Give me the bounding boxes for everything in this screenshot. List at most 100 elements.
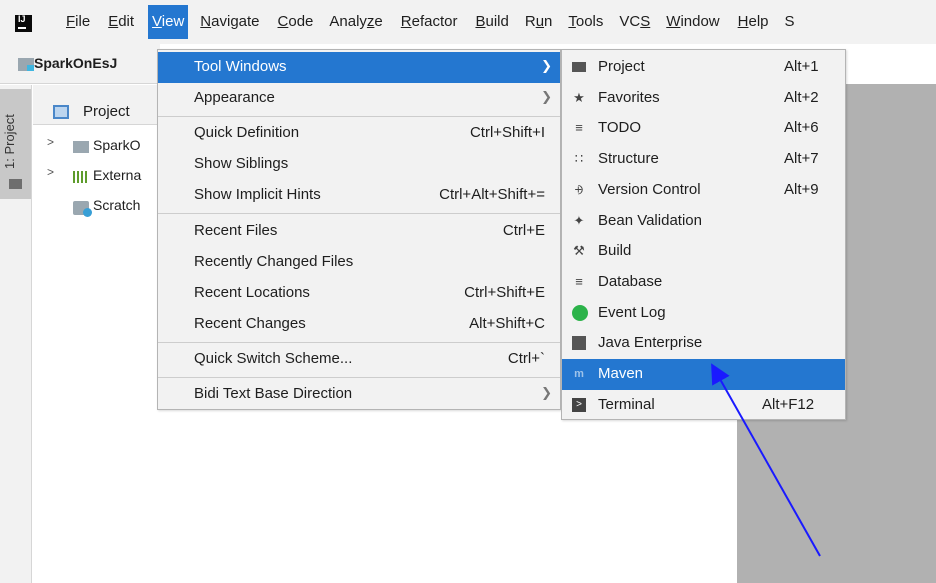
menu-item-recent-changes[interactable]: Recent Changes Alt+Shift+C (158, 309, 560, 340)
menubar-item-11[interactable]: Window (662, 5, 723, 39)
tool-window-item-build[interactable]: Build (562, 236, 845, 267)
tree-row-external-libraries[interactable]: > Externa (33, 163, 163, 189)
tool-window-item-database[interactable]: Database (562, 267, 845, 298)
intellij-logo-icon (15, 14, 32, 32)
menubar-item-mnemonic: B (475, 13, 486, 30)
menubar-item-mnemonic: S (640, 13, 651, 30)
menubar-item-13[interactable]: S (781, 5, 799, 39)
menubar-item-text: ools (575, 13, 604, 30)
tool-window-item-event-log[interactable]: Event Log (562, 298, 845, 329)
menu-item-label: Quick Switch Scheme... (194, 350, 353, 367)
menu-item-label: Tool Windows (194, 58, 287, 75)
menubar-item-10[interactable]: VCS (615, 5, 654, 39)
menubar-item-mnemonic: C (277, 13, 289, 30)
menu-item-label: Recent Locations (194, 284, 310, 301)
menubar-item-text: VC (619, 13, 641, 30)
structure-icon (572, 152, 586, 166)
main-menubar: FileEditViewNavigateCodeAnalyzeRefactorB… (0, 0, 936, 44)
star-icon (572, 91, 586, 105)
menubar-item-8[interactable]: Run (521, 5, 557, 39)
menu-item-label: Show Implicit Hints (194, 186, 321, 203)
menu-item-shortcut: Ctrl+Alt+Shift+= (439, 186, 545, 203)
tool-window-item-maven[interactable]: Maven (562, 359, 845, 390)
menubar-item-mnemonic: u (535, 13, 545, 30)
menubar-item-6[interactable]: Refactor (397, 5, 462, 39)
tool-window-item-version-control[interactable]: Version Control Alt+9 (562, 175, 845, 206)
tool-window-item-project[interactable]: Project Alt+1 (562, 52, 845, 83)
menubar-item-2[interactable]: View (148, 5, 189, 39)
menu-item-appearance[interactable]: Appearance ❯ (158, 83, 560, 114)
tree-row-label: Externa (93, 167, 142, 183)
tool-window-item-structure[interactable]: Structure Alt+7 (562, 144, 845, 175)
menubar-item-5[interactable]: Analyze (325, 5, 386, 39)
menu-item-label: Build (598, 242, 632, 260)
tree-row-project[interactable]: > SparkO (33, 133, 163, 159)
breadcrumb-project[interactable]: SparkOnEsJ (34, 55, 117, 71)
menu-item-recent-locations[interactable]: Recent Locations Ctrl+Shift+E (158, 278, 560, 309)
menu-separator (158, 116, 560, 117)
maven-icon (572, 367, 586, 381)
menu-item-label: Event Log (598, 303, 666, 321)
menu-item-label: Version Control (598, 180, 701, 198)
menu-item-quick-definition[interactable]: Quick Definition Ctrl+Shift+I (158, 118, 560, 149)
tree-row-label: Scratch (93, 197, 141, 213)
menu-item-show-siblings[interactable]: Show Siblings (158, 149, 560, 180)
menu-item-tool-windows[interactable]: Tool Windows ❯ (158, 52, 560, 83)
terminal-icon (572, 397, 586, 412)
menu-separator (158, 342, 560, 343)
tool-window-item-terminal[interactable]: Terminal Alt+F12 (562, 390, 845, 421)
tree-row-scratches[interactable]: Scratch (33, 193, 163, 219)
project-tool-tab[interactable]: 1: Project (0, 89, 31, 199)
menu-item-label: Appearance (194, 89, 275, 106)
version-control-icon (572, 183, 586, 197)
tool-window-item-java-enterprise[interactable]: Java Enterprise (562, 328, 845, 359)
expand-chevron-icon[interactable]: > (47, 135, 54, 149)
menubar-item-3[interactable]: Navigate (196, 5, 263, 39)
menu-item-recent-files[interactable]: Recent Files Ctrl+E (158, 216, 560, 247)
bean-validation-icon (572, 214, 586, 228)
menu-item-label: Show Siblings (194, 155, 289, 172)
menu-item-bidi-text-base-direction[interactable]: Bidi Text Base Direction ❯ (158, 379, 560, 410)
navigation-bar: SparkOnEsJ (0, 44, 160, 84)
project-view-selector[interactable]: Project (83, 103, 130, 120)
menu-item-shortcut: Ctrl+Shift+I (469, 124, 545, 141)
menu-separator (158, 377, 560, 378)
tree-row-label: SparkO (93, 137, 141, 153)
tool-window-item-favorites[interactable]: Favorites Alt+2 (562, 83, 845, 114)
menu-item-shortcut: Ctrl+` (507, 350, 545, 367)
menu-item-label: TODO (598, 119, 642, 137)
folder-icon (9, 179, 22, 189)
menu-item-recently-changed-files[interactable]: Recently Changed Files (158, 247, 560, 278)
menubar-item-12[interactable]: Help (734, 5, 773, 39)
menubar-item-mnemonic: V (152, 13, 162, 30)
project-panel-header: Project (33, 85, 163, 125)
scratches-icon (73, 201, 92, 217)
menu-item-label: Quick Definition (194, 124, 300, 141)
menubar-item-4[interactable]: Code (274, 5, 318, 39)
tool-window-item-todo[interactable]: TODO Alt+6 (562, 113, 845, 144)
menubar-item-text: uild (485, 13, 509, 30)
menubar-item-text: avigate (211, 13, 260, 30)
menu-separator (158, 213, 560, 214)
menu-item-label: Project (598, 58, 645, 75)
menu-item-label: Recently Changed Files (194, 253, 354, 270)
menubar-item-9[interactable]: Tools (564, 5, 607, 39)
submenu-arrow-icon: ❯ (541, 58, 552, 73)
menubar-item-mnemonic: N (200, 13, 212, 30)
menu-item-quick-switch-scheme[interactable]: Quick Switch Scheme... Ctrl+` (158, 344, 560, 375)
library-icon (73, 171, 89, 183)
menubar-item-1[interactable]: Edit (104, 5, 138, 39)
menubar-item-mnemonic: E (108, 13, 119, 30)
java-enterprise-icon (572, 336, 586, 351)
menu-item-shortcut: Alt+Shift+C (469, 315, 545, 332)
menu-item-label: Structure (598, 150, 659, 168)
project-panel: Project > SparkO > Externa Scratch (33, 85, 163, 583)
menu-item-show-implicit-hints[interactable]: Show Implicit Hints Ctrl+Alt+Shift+= (158, 180, 560, 211)
tool-window-item-bean-validation[interactable]: Bean Validation (562, 206, 845, 237)
menubar-item-0[interactable]: File (62, 5, 94, 39)
menu-item-label: Java Enterprise (598, 334, 703, 352)
menubar-item-text: R (524, 13, 536, 30)
menubar-item-text: dit (118, 13, 135, 30)
expand-chevron-icon[interactable]: > (47, 165, 54, 179)
menubar-item-7[interactable]: Build (471, 5, 512, 39)
